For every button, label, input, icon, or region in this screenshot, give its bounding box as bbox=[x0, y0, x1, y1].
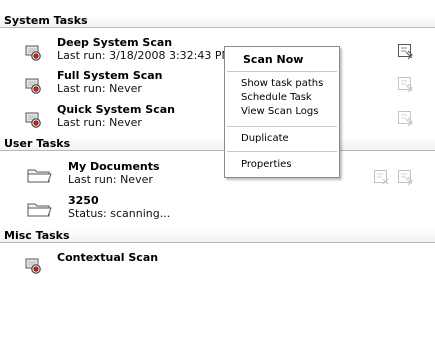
section-header-user-tasks: User Tasks bbox=[0, 137, 435, 151]
task-title: Full System Scan bbox=[57, 69, 163, 82]
task-title: Quick System Scan bbox=[57, 103, 175, 116]
menu-separator bbox=[227, 151, 337, 152]
section-title: System Tasks bbox=[4, 14, 88, 27]
scanner-icon bbox=[24, 256, 42, 274]
section-title: Misc Tasks bbox=[4, 229, 70, 242]
menu-item-duplicate[interactable]: Duplicate bbox=[241, 133, 289, 144]
scanner-icon bbox=[24, 76, 42, 94]
run-scan-icon[interactable] bbox=[397, 42, 415, 60]
menu-item-properties[interactable]: Properties bbox=[241, 159, 292, 170]
task-title: Contextual Scan bbox=[57, 251, 159, 264]
folder-icon bbox=[26, 166, 52, 184]
task-last-run: Last run: 3/18/2008 3:32:43 PM bbox=[57, 49, 232, 62]
task-title: My Documents bbox=[68, 160, 160, 173]
section-header-system-tasks: System Tasks bbox=[0, 14, 435, 28]
task-row-3250[interactable]: 3250 Status: scanning... bbox=[0, 194, 435, 227]
menu-separator bbox=[227, 126, 337, 127]
menu-item-view-scan-logs[interactable]: View Scan Logs bbox=[241, 106, 318, 117]
task-title: Deep System Scan bbox=[57, 36, 173, 49]
task-row-deep-system-scan[interactable]: Deep System Scan Last run: 3/18/2008 3:3… bbox=[0, 36, 435, 69]
menu-item-schedule-task[interactable]: Schedule Task bbox=[241, 92, 312, 103]
task-list-panel: System Tasks Deep System Scan Last run: … bbox=[0, 0, 435, 353]
task-row-contextual-scan[interactable]: Contextual Scan bbox=[0, 251, 435, 284]
task-status: Status: scanning... bbox=[68, 207, 171, 220]
task-row-my-documents[interactable]: My Documents Last run: Never bbox=[0, 160, 435, 193]
menu-separator bbox=[227, 71, 337, 72]
run-scan-icon[interactable] bbox=[397, 109, 415, 127]
run-scan-icon[interactable] bbox=[397, 75, 415, 93]
task-title: 3250 bbox=[68, 194, 99, 207]
task-last-run: Last run: Never bbox=[57, 82, 142, 95]
task-last-run: Last run: Never bbox=[68, 173, 153, 186]
task-last-run: Last run: Never bbox=[57, 116, 142, 129]
scanner-icon bbox=[24, 110, 42, 128]
context-menu: Scan Now Show task paths Schedule Task V… bbox=[224, 46, 340, 178]
task-row-quick-system-scan[interactable]: Quick System Scan Last run: Never bbox=[0, 103, 435, 136]
run-scan-icon[interactable] bbox=[397, 168, 415, 186]
section-title: User Tasks bbox=[4, 137, 71, 150]
scanner-icon bbox=[24, 43, 42, 61]
menu-item-scan-now[interactable]: Scan Now bbox=[243, 53, 303, 66]
folder-icon bbox=[26, 200, 52, 218]
menu-item-show-task-paths[interactable]: Show task paths bbox=[241, 78, 323, 89]
section-header-misc-tasks: Misc Tasks bbox=[0, 229, 435, 243]
delete-task-icon[interactable] bbox=[373, 168, 391, 186]
task-row-full-system-scan[interactable]: Full System Scan Last run: Never bbox=[0, 69, 435, 102]
